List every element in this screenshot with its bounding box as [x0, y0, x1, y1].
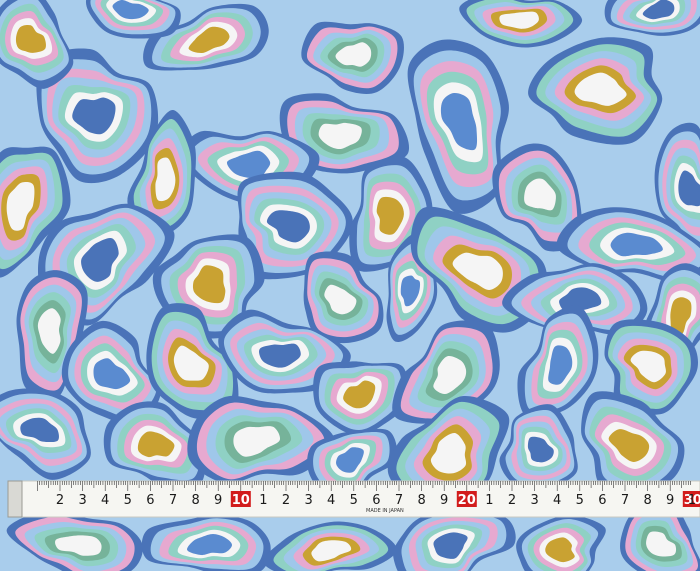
- tape-number: 1: [485, 493, 493, 508]
- tape-number: 4: [327, 493, 335, 508]
- measuring-tape: 2 3 4 5 6 7 8 9 10 1 2 3 4 5 6 7 8 9 20 1 2 3 4 5 6 7 8 9 301 MADE I…: [7, 480, 700, 518]
- tape-number: 6: [146, 493, 154, 508]
- tape-number: 9: [440, 493, 448, 508]
- tape-number: 7: [395, 493, 403, 508]
- tape-maker-text: MADE IN JAPAN: [366, 508, 404, 514]
- tape-number: 7: [169, 493, 177, 508]
- tape-hook: [7, 480, 23, 518]
- tape-number: 4: [101, 493, 109, 508]
- tape-labels: 2 3 4 5 6 7 8 9 10 1 2 3 4 5 6 7 8 9 20 1 2 3 4 5 6 7 8 9 301: [56, 491, 700, 508]
- tape-number: 10: [232, 493, 250, 508]
- tape-number: 20: [458, 493, 476, 508]
- tape-number: 2: [282, 493, 290, 508]
- tape-number: 8: [643, 493, 651, 508]
- tape-end-number: 1: [688, 493, 696, 508]
- tape-number: 2: [56, 493, 64, 508]
- tape-number: 3: [78, 493, 86, 508]
- tape-number: 9: [214, 493, 222, 508]
- tape-number: 3: [530, 493, 538, 508]
- tape-number: 6: [598, 493, 606, 508]
- tape-number: 8: [191, 493, 199, 508]
- tape-number: 4: [553, 493, 561, 508]
- tape-number: 6: [372, 493, 380, 508]
- tape-number: 7: [621, 493, 629, 508]
- tape-number: 5: [350, 493, 358, 508]
- tape-number: 9: [666, 493, 674, 508]
- tape-number: 3: [304, 493, 312, 508]
- tape-number: 8: [417, 493, 425, 508]
- tape-number: 1: [259, 493, 267, 508]
- tape-number: 5: [576, 493, 584, 508]
- tape-number: 2: [508, 493, 516, 508]
- tape-number: 5: [124, 493, 132, 508]
